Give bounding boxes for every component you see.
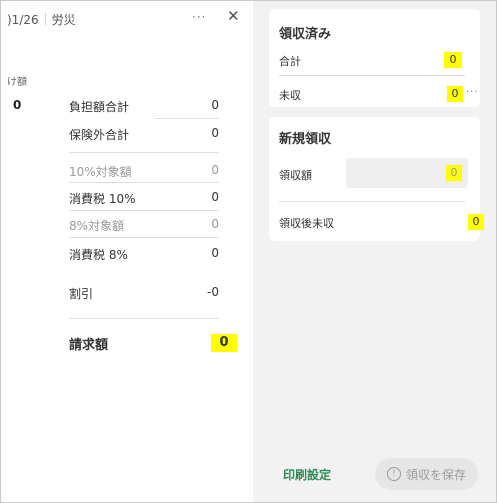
billing-row-discount: 割引 -0 (69, 285, 219, 301)
row-label: 消費税 8% (69, 248, 128, 262)
after-receipt-unpaid-value: 0 (468, 214, 484, 230)
insurance-type-label: 労災 (51, 13, 76, 27)
receipt-dialog: )1/26 労災 ··· ✕ け額 0 負担額合計 0 保険外合計 0 10%対象… (0, 0, 497, 503)
row-value: 0 (211, 190, 219, 204)
billing-row-non-insurance-total: 保険外合計 0 (69, 126, 219, 142)
clock-icon: ! (386, 467, 401, 481)
billing-total-label: 請求額 (69, 338, 109, 353)
unpaid-value: 0 (447, 86, 463, 102)
print-settings-link[interactable]: 印刷設定 (283, 466, 331, 483)
new-receipt-title: 新規領収 (279, 132, 332, 147)
close-icon[interactable]: ✕ (227, 7, 240, 25)
row-label: 消費税 10% (69, 192, 136, 206)
row-value: 0 (211, 163, 219, 177)
row-divider (69, 182, 219, 183)
row-label: 8%対象額 (69, 219, 125, 233)
receipt-amount-label: 領収額 (279, 169, 312, 182)
save-receipt-button[interactable]: ! 領収を保存 (375, 458, 478, 490)
side-column-value: 0 (13, 98, 22, 112)
row-divider (69, 152, 219, 153)
row-value: 0 (211, 217, 219, 231)
more-icon[interactable]: ··· (192, 10, 206, 24)
receipt-amount-input[interactable]: 0 (346, 158, 468, 188)
received-title: 領収済み (279, 27, 332, 42)
unpaid-more-icon[interactable]: ··· (466, 87, 479, 98)
billing-row-8pct-base: 8%対象額 0 (69, 217, 219, 233)
new-receipt-card: 新規領収 領収額 0 領収後未収 0 (269, 117, 484, 241)
billing-row-burden-total: 負担額合計 0 (69, 98, 219, 114)
card-divider (279, 75, 465, 76)
after-receipt-unpaid-label: 領収後未収 (279, 217, 334, 230)
received-total-value: 0 (444, 52, 462, 68)
row-label: 保険外合計 (69, 128, 130, 142)
row-value: 0 (211, 98, 219, 112)
row-value: -0 (207, 285, 219, 299)
billing-row-tax-8pct: 消費税 8% 0 (69, 246, 219, 262)
row-divider (155, 118, 219, 119)
unpaid-label: 未収 (279, 89, 301, 102)
receipt-amount-value: 0 (446, 165, 462, 181)
row-divider (69, 237, 219, 238)
billing-row-10pct-base: 10%対象額 0 (69, 163, 219, 179)
row-label: 負担額合計 (69, 100, 130, 114)
row-divider (69, 210, 219, 211)
row-divider (69, 318, 219, 319)
save-receipt-label: 領収を保存 (405, 467, 466, 482)
row-value: 0 (211, 126, 219, 140)
row-label: 10%対象額 (69, 165, 132, 179)
received-total-label: 合計 (279, 55, 301, 68)
date-label: )1/26 (7, 13, 39, 27)
receipt-panel: 領収済み 合計 0 未収 0 ··· 新規領収 領収額 0 領収後未収 0 印刷… (253, 1, 496, 502)
billing-row-tax-10pct: 消費税 10% 0 (69, 190, 219, 206)
row-value: 0 (211, 246, 219, 260)
received-card: 領収済み 合計 0 未収 0 ··· (269, 9, 480, 107)
billing-panel: )1/26 労災 ··· ✕ け額 0 負担額合計 0 保険外合計 0 10%対象… (1, 1, 253, 502)
dialog-header: )1/26 労災 (7, 11, 76, 28)
billing-total-value: 0 (211, 334, 237, 352)
header-divider (44, 13, 46, 25)
card-divider (279, 201, 465, 202)
side-column-label: け額 (7, 77, 27, 88)
row-label: 割引 (69, 287, 94, 301)
